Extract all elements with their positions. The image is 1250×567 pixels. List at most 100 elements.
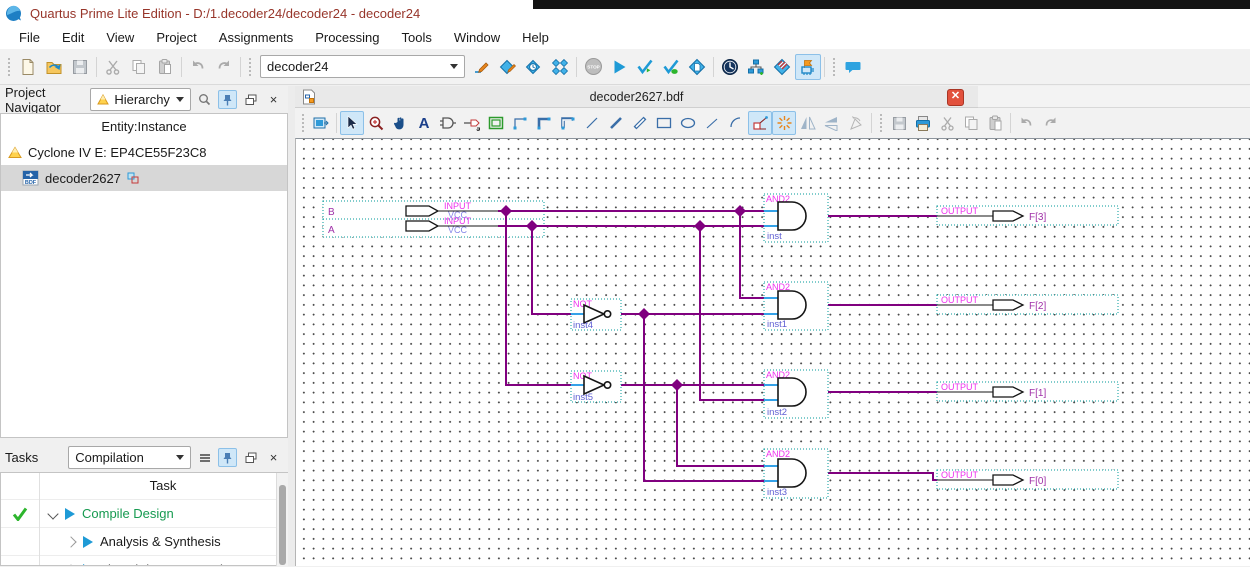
wire-network[interactable] (498, 205, 937, 481)
run-task-icon[interactable] (65, 508, 75, 520)
scrollbar-thumb[interactable] (279, 485, 286, 565)
rapid-recompile-button[interactable] (684, 54, 710, 80)
start-compilation-button[interactable] (606, 54, 632, 80)
cut-button[interactable] (100, 54, 126, 80)
tree-item-device[interactable]: Cyclone IV E: EP4CE55F23C8 (1, 139, 287, 165)
timing-analyzer-button[interactable] (717, 54, 743, 80)
settings-button[interactable] (469, 54, 495, 80)
svg-text:A[interactable]: A (328, 225, 335, 236)
svg-text:inst1[interactable]: inst1 (767, 319, 787, 330)
task-row-partial[interactable]: Fitter (Place & Route) (1, 555, 287, 566)
assignment-editor-button[interactable] (547, 54, 573, 80)
svg-text:inst4[interactable]: inst4 (573, 320, 593, 331)
copy-button[interactable] (959, 111, 983, 135)
output-pin-f2[interactable]: OUTPUT F[2] (937, 295, 1118, 314)
project-selector-combobox[interactable]: decoder24 (260, 55, 465, 78)
toolbar-drag-handle[interactable] (6, 56, 12, 78)
not-gate-inst4[interactable]: NOT inst4 (571, 299, 621, 331)
close-panel-button[interactable]: × (264, 90, 283, 109)
menu-assignments[interactable]: Assignments (208, 28, 304, 47)
flip-horizontal-button[interactable] (796, 111, 820, 135)
run-task-icon[interactable] (83, 536, 93, 548)
panel-menu-button[interactable] (195, 448, 214, 467)
toolbar-drag-handle[interactable] (247, 56, 253, 78)
cut-button[interactable] (935, 111, 959, 135)
pin-panel-button[interactable] (218, 90, 237, 109)
redo-button[interactable] (1038, 111, 1062, 135)
toolbar-drag-handle[interactable] (831, 56, 837, 78)
start-elaboration-button[interactable] (658, 54, 684, 80)
menu-tools[interactable]: Tools (391, 28, 443, 47)
document-tab-title[interactable]: decoder2627.bdf (295, 90, 978, 104)
chevron-down-icon[interactable] (47, 508, 58, 519)
menu-project[interactable]: Project (145, 28, 207, 47)
selection-tool-button[interactable] (340, 111, 364, 135)
open-file-button[interactable] (41, 54, 67, 80)
rubberbanding-toggle-button[interactable] (748, 111, 772, 135)
svg-text:F[2][interactable]: F[2] (1029, 301, 1046, 312)
svg-text:inst[interactable]: inst (767, 231, 782, 242)
menu-processing[interactable]: Processing (304, 28, 390, 47)
pin-tool-button[interactable] (460, 111, 484, 135)
line-tool-button[interactable] (700, 111, 724, 135)
undo-button[interactable] (185, 54, 211, 80)
orthogonal-conduit-tool-button[interactable] (556, 111, 580, 135)
pan-tool-button[interactable] (388, 111, 412, 135)
svg-text:inst5[interactable]: inst5 (573, 392, 593, 403)
output-pin-f3[interactable]: OUTPUT F[3] (937, 206, 1118, 225)
start-analysis-synthesis-button[interactable] (632, 54, 658, 80)
stop-processing-button[interactable]: STOP (580, 54, 606, 80)
panel-splitter[interactable] (288, 86, 295, 566)
menu-edit[interactable]: Edit (51, 28, 95, 47)
ellipse-tool-button[interactable] (676, 111, 700, 135)
orthogonal-bus-tool-button[interactable] (532, 111, 556, 135)
schematic-canvas[interactable]: B INPUT VCC A INPUT VCC (295, 138, 1250, 566)
save-button[interactable] (67, 54, 93, 80)
menu-view[interactable]: View (95, 28, 145, 47)
menu-window[interactable]: Window (443, 28, 511, 47)
feedback-button[interactable] (840, 54, 866, 80)
redo-button[interactable] (211, 54, 237, 80)
settings-editor-button[interactable] (495, 54, 521, 80)
task-row-analysis-synthesis[interactable]: Analysis & Synthesis (1, 527, 287, 555)
svg-text:F[0][interactable]: F[0] (1029, 476, 1046, 487)
navigator-mode-combobox[interactable]: Hierarchy (90, 88, 191, 111)
output-pin-f0[interactable]: OUTPUT F[0] (937, 470, 1118, 489)
detach-window-button[interactable] (309, 111, 333, 135)
svg-text:F[3][interactable]: F[3] (1029, 212, 1046, 223)
and-gate-inst1[interactable]: AND2 inst1 (764, 282, 828, 330)
output-pin-f1[interactable]: OUTPUT F[1] (937, 382, 1118, 401)
search-button[interactable] (195, 90, 214, 109)
svg-text:F[1][interactable]: F[1] (1029, 388, 1046, 399)
tasks-vertical-scrollbar[interactable] (276, 473, 288, 566)
task-flow-combobox[interactable]: Compilation (68, 446, 191, 469)
pin-panel-button[interactable] (218, 448, 237, 467)
pin-planner-button[interactable] (769, 54, 795, 80)
toolbar-drag-handle[interactable] (878, 112, 884, 134)
paste-button[interactable] (152, 54, 178, 80)
menu-help[interactable]: Help (511, 28, 560, 47)
copy-button[interactable] (126, 54, 152, 80)
programmer-button[interactable] (795, 54, 821, 80)
chevron-right-icon[interactable] (65, 536, 76, 547)
zoom-tool-button[interactable] (364, 111, 388, 135)
arc-tool-button[interactable] (724, 111, 748, 135)
not-gate-inst5[interactable]: NOT inst5 (571, 371, 621, 403)
svg-text:inst3[interactable]: inst3 (767, 487, 787, 498)
timing-constraints-button[interactable] (521, 54, 547, 80)
tree-item-decoder2627[interactable]: BDF decoder2627 (1, 165, 287, 191)
text-tool-button[interactable]: A (412, 111, 436, 135)
close-document-button[interactable]: ✕ (947, 89, 964, 106)
node-line-tool-button[interactable] (580, 111, 604, 135)
float-panel-button[interactable] (241, 90, 260, 109)
symbol-tool-button[interactable] (436, 111, 460, 135)
print-button[interactable] (911, 111, 935, 135)
rectangle-tool-button[interactable] (652, 111, 676, 135)
conduit-line-tool-button[interactable] (628, 111, 652, 135)
partial-line-selection-toggle-button[interactable] (772, 111, 796, 135)
netlist-viewer-button[interactable] (743, 54, 769, 80)
toolbar-drag-handle[interactable] (300, 112, 306, 134)
new-file-button[interactable] (15, 54, 41, 80)
menu-file[interactable]: File (8, 28, 51, 47)
and-gate-inst2[interactable]: AND2 inst2 (764, 370, 828, 418)
